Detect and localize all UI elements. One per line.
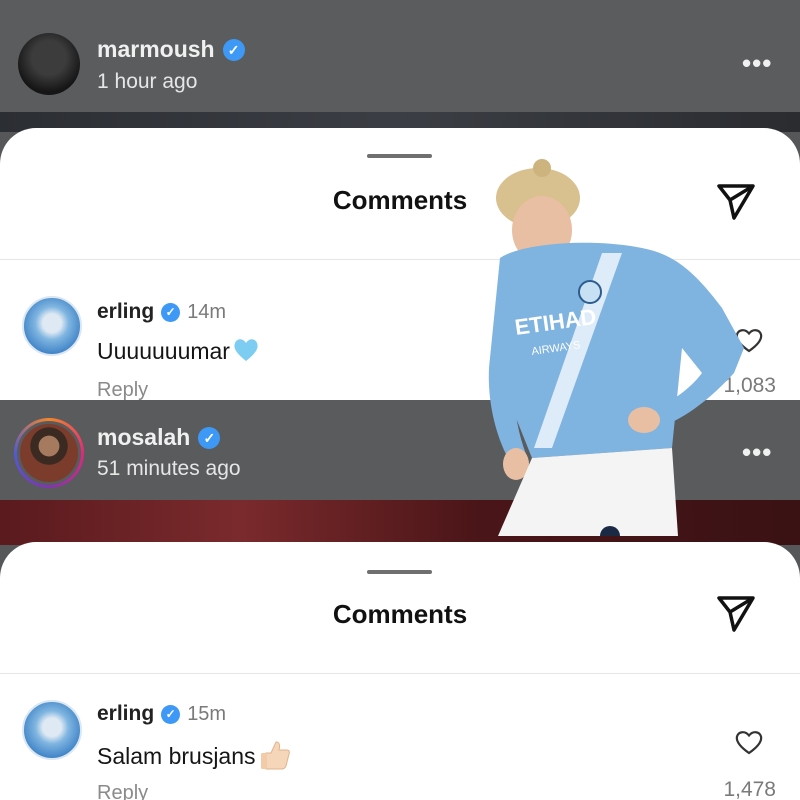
post-username[interactable]: marmoush ✓ — [97, 36, 245, 63]
sheet-title: Comments — [332, 599, 468, 629]
username-text[interactable]: mosalah — [97, 424, 190, 451]
username-text[interactable]: marmoush — [97, 36, 215, 63]
post-username[interactable]: mosalah ✓ — [97, 424, 221, 451]
comment-text-body: Uuuuuuumar — [97, 338, 230, 364]
send-icon[interactable] — [714, 592, 758, 636]
reply-link[interactable]: Reply — [97, 379, 148, 400]
avatar-marmoush[interactable] — [18, 33, 80, 95]
comment-avatar[interactable] — [22, 296, 82, 356]
comment-text-body: Salam brusjans — [97, 743, 256, 769]
verified-badge-icon: ✓ — [161, 704, 181, 724]
verified-badge-icon: ✓ — [161, 302, 181, 322]
comment-text: Salam brusjans — [97, 738, 292, 772]
thumbs-up-emoji-icon — [260, 741, 290, 770]
light-blue-heart-emoji-icon — [234, 339, 258, 361]
comment-time: 15m — [187, 702, 227, 725]
drag-handle[interactable] — [367, 570, 432, 574]
more-horizontal-icon[interactable]: ••• — [742, 48, 772, 79]
post-timestamp: 1 hour ago — [97, 70, 198, 93]
comments-sheet: Comments erling ✓ 15m Salam brusjans Rep… — [0, 542, 800, 800]
verified-badge-icon: ✓ — [198, 426, 221, 449]
drag-handle[interactable] — [367, 154, 432, 158]
verified-badge-icon: ✓ — [222, 38, 245, 61]
comment-text: Uuuuuuumar — [97, 336, 260, 365]
player-cutout-image: ETIHAD AIRWAYS — [488, 159, 744, 536]
avatar-mosalah — [17, 421, 81, 485]
comment-header: erling ✓ 15m — [97, 702, 226, 726]
comment-username[interactable]: erling — [97, 300, 154, 324]
comment-username[interactable]: erling — [97, 702, 154, 726]
like-count: 1,478 — [723, 778, 776, 800]
post-timestamp: 51 minutes ago — [97, 457, 241, 480]
divider — [0, 673, 800, 674]
reply-link[interactable]: Reply — [97, 782, 148, 800]
like-heart-icon[interactable] — [734, 728, 764, 756]
comment-header: erling ✓ 14m — [97, 300, 226, 324]
avatar-mosalah-story-ring[interactable] — [14, 418, 84, 488]
comment-time: 14m — [187, 300, 227, 323]
comment-avatar[interactable] — [22, 700, 82, 760]
